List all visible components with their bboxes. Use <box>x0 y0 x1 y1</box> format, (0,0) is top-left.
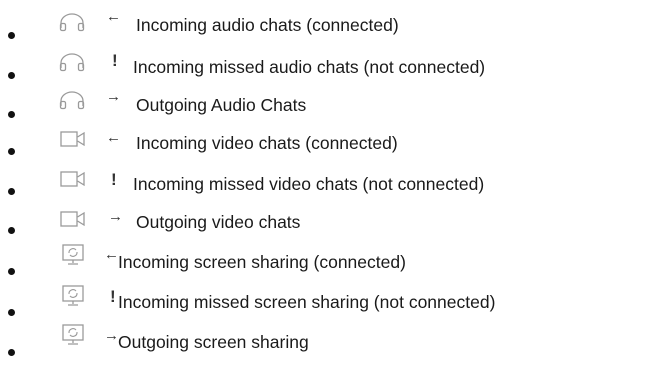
legend-item-label: Incoming missed audio chats (not connect… <box>133 57 486 77</box>
headset-icon <box>59 91 85 110</box>
outgoing-arrow-icon: → <box>108 208 123 225</box>
bullet <box>8 32 15 39</box>
incoming-arrow-icon: ← <box>106 129 121 146</box>
legend-item-label: Incoming missed screen sharing (not conn… <box>118 292 496 312</box>
bullet <box>8 72 15 79</box>
missed-indicator-icon: ! <box>112 51 118 70</box>
bullet <box>8 227 15 234</box>
legend-item-label: Outgoing video chats <box>136 212 301 232</box>
legend-item-label: Incoming audio chats (connected) <box>136 15 399 35</box>
outgoing-arrow-icon: → <box>104 327 119 344</box>
legend-item-label: Incoming screen sharing (connected) <box>118 252 406 272</box>
headset-icon <box>59 13 85 32</box>
legend-item-missed-screen: ! Incoming missed screen sharing (not co… <box>0 276 656 316</box>
bullet <box>8 268 15 275</box>
legend-item-incoming-screen: ← Incoming screen sharing (connected) <box>0 238 656 276</box>
legend-item-label: Outgoing screen sharing <box>118 332 309 352</box>
legend-item-label: Incoming missed video chats (not connect… <box>133 174 485 194</box>
legend-item-incoming-audio: ← Incoming audio chats (connected) <box>0 4 656 42</box>
bullet <box>8 188 15 195</box>
incoming-arrow-icon: ← <box>104 246 119 263</box>
video-camera-icon <box>60 131 85 147</box>
legend-item-label: Outgoing Audio Chats <box>136 95 307 115</box>
outgoing-arrow-icon: → <box>106 88 121 105</box>
legend-item-missed-video: ! Incoming missed video chats (not conne… <box>0 160 656 198</box>
legend-item-missed-audio: ! Incoming missed audio chats (not conne… <box>0 42 656 80</box>
missed-indicator-icon: ! <box>110 287 116 306</box>
video-camera-icon <box>60 171 85 187</box>
bullet <box>8 148 15 155</box>
screen-share-icon <box>62 324 84 345</box>
incoming-arrow-icon: ← <box>106 8 121 25</box>
legend-item-outgoing-video: → Outgoing video chats <box>0 200 656 238</box>
legend-item-incoming-video: ← Incoming video chats (connected) <box>0 122 656 160</box>
legend-item-label: Incoming video chats (connected) <box>136 133 398 153</box>
legend-item-outgoing-screen: → Outgoing screen sharing <box>0 318 656 356</box>
missed-indicator-icon: ! <box>111 170 117 189</box>
video-camera-icon <box>60 211 85 227</box>
bullet <box>8 309 15 316</box>
screen-share-icon <box>62 244 84 265</box>
bullet <box>8 111 15 118</box>
legend-item-outgoing-audio: → Outgoing Audio Chats <box>0 82 656 120</box>
bullet <box>8 349 15 356</box>
screen-share-icon <box>62 285 84 306</box>
headset-icon <box>59 53 85 72</box>
